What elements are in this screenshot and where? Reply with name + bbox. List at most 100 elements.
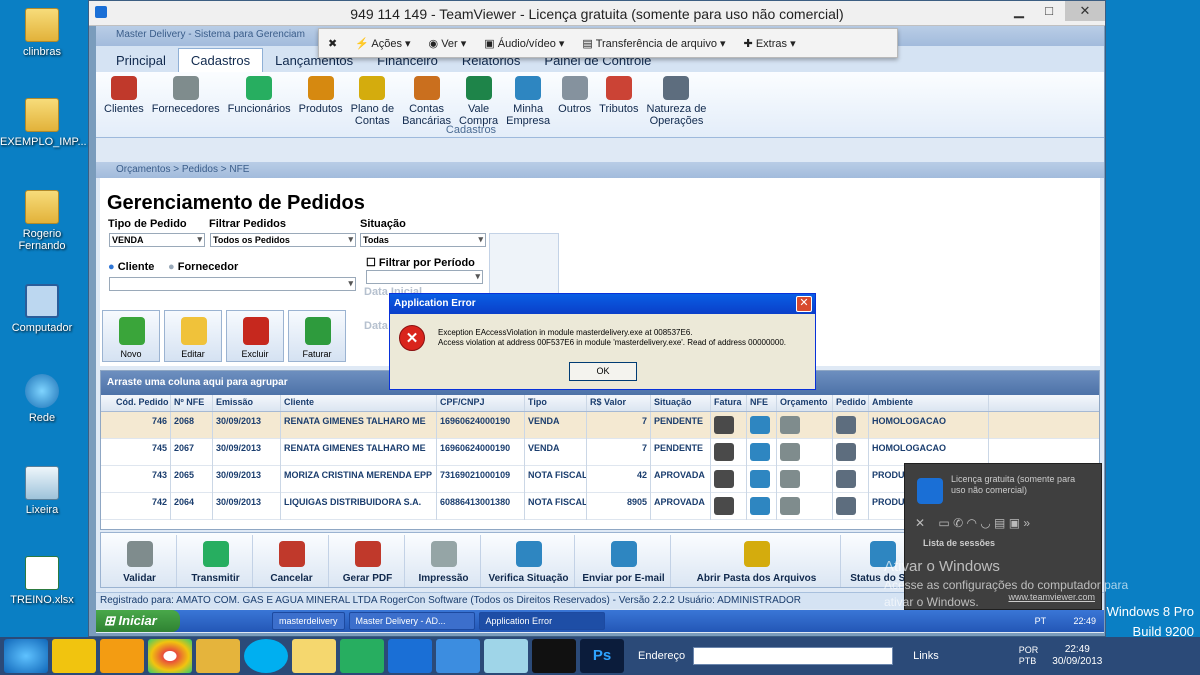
column-header[interactable]: Nº NFE: [171, 395, 213, 411]
language-indicator[interactable]: POR PTB: [1019, 645, 1039, 667]
host-taskbar: Ps Endereço Links POR PTB 22:49 30/09/20…: [0, 637, 1200, 675]
action-icon: [430, 541, 457, 567]
chrome-icon[interactable]: [148, 639, 192, 673]
skype-icon[interactable]: [244, 639, 288, 673]
photoshop-icon[interactable]: Ps: [580, 639, 624, 673]
action-button-4[interactable]: Impressão: [407, 535, 481, 587]
excluir-button[interactable]: Excluir: [226, 310, 284, 362]
cell-action[interactable]: [747, 438, 777, 466]
teamviewer-link[interactable]: www.teamviewer.com: [1008, 592, 1095, 602]
network-app-icon[interactable]: [340, 639, 384, 673]
app-7-icon[interactable]: [52, 639, 96, 673]
action-button-2[interactable]: Cancelar: [255, 535, 329, 587]
cell-cod: 742: [113, 492, 171, 520]
column-header[interactable]: Cliente: [281, 395, 437, 411]
desktop-icon-rogerio[interactable]: Rogerio Fernando: [0, 190, 84, 252]
toolbar-acoes[interactable]: ⚡ Ações ▾: [346, 37, 419, 50]
action-button-6[interactable]: Enviar por E-mail: [577, 535, 671, 587]
tipo-select[interactable]: VENDA: [109, 233, 205, 247]
action-button-3[interactable]: Gerar PDF: [331, 535, 405, 587]
editar-button[interactable]: Editar: [164, 310, 222, 362]
mail-icon[interactable]: [292, 639, 336, 673]
tab-cadastros[interactable]: Cadastros: [177, 48, 264, 72]
explorer-icon[interactable]: [196, 639, 240, 673]
cell-action[interactable]: [833, 438, 869, 466]
novo-button[interactable]: Novo: [102, 310, 160, 362]
column-header[interactable]: Pedido: [833, 395, 869, 411]
table-row[interactable]: 745 2067 30/09/2013 RENATA GIMENES TALHARO …: [101, 438, 1099, 466]
column-header[interactable]: Ambiente: [869, 395, 989, 411]
cell-action[interactable]: [711, 438, 747, 466]
desktop-icon-lixeira[interactable]: Lixeira: [0, 466, 84, 516]
maximize-button[interactable]: □: [1033, 1, 1065, 21]
clock[interactable]: 22:49 30/09/2013: [1052, 644, 1102, 668]
action-button-0[interactable]: Validar: [103, 535, 177, 587]
column-header[interactable]: Tipo: [525, 395, 587, 411]
action-icon: [743, 541, 770, 567]
action-button-7[interactable]: Abrir Pasta dos Arquivos: [673, 535, 841, 587]
table-row[interactable]: 746 2068 30/09/2013 RENATA GIMENES TALHARO …: [101, 411, 1099, 439]
desktop-icon-clinbras[interactable]: clinbras: [0, 8, 84, 58]
column-header[interactable]: NFE: [747, 395, 777, 411]
cell-action[interactable]: [833, 411, 869, 439]
close-session-icon[interactable]: ✖: [319, 37, 346, 50]
teamviewer-toolbar: ✖ ⚡ Ações ▾ ◉ Ver ▾ ▣ Áudio/vídeo ▾ ▤ Tr…: [318, 28, 898, 58]
taskbar-item-application-error[interactable]: Application Error: [478, 612, 605, 630]
cell-action[interactable]: [747, 492, 777, 520]
cell-action[interactable]: [777, 438, 833, 466]
app-icon[interactable]: [484, 639, 528, 673]
toolbar-extras[interactable]: ✚ Extras ▾: [735, 37, 805, 50]
cell-action[interactable]: [711, 465, 747, 493]
toolbar-transferencia[interactable]: ▤ Transferência de arquivo ▾: [573, 37, 734, 50]
taskbar-item-masterdelivery[interactable]: masterdelivery: [272, 612, 345, 630]
app-7b-icon[interactable]: [100, 639, 144, 673]
cell-valor: 7: [587, 411, 651, 439]
periodo-select[interactable]: [366, 270, 483, 284]
desktop-icon-computador[interactable]: Computador: [0, 284, 84, 334]
periodo-checkbox[interactable]: ☐ Filtrar por Período: [366, 256, 475, 269]
close-button[interactable]: ✕: [1065, 1, 1105, 21]
column-header[interactable]: Fatura: [711, 395, 747, 411]
desktop-icon-rede[interactable]: Rede: [0, 374, 84, 424]
fornecedor-radio[interactable]: ● Fornecedor: [168, 261, 238, 273]
cell-action[interactable]: [833, 492, 869, 520]
faturar-button[interactable]: Faturar: [288, 310, 346, 362]
column-header[interactable]: Situação: [651, 395, 711, 411]
column-header[interactable]: CPF/CNPJ: [437, 395, 525, 411]
ok-button[interactable]: OK: [569, 362, 637, 381]
cliente-radio[interactable]: ● Cliente: [108, 261, 154, 273]
minimize-button[interactable]: ▁: [1003, 1, 1035, 21]
column-header[interactable]: Orçamento: [777, 395, 833, 411]
cell-action[interactable]: [777, 411, 833, 439]
cell-action[interactable]: [747, 465, 777, 493]
desktop-icon-treino[interactable]: TREINO.xlsx: [0, 556, 84, 606]
cell-action[interactable]: [833, 465, 869, 493]
tab-principal[interactable]: Principal: [104, 49, 178, 72]
column-header[interactable]: Emissão: [213, 395, 281, 411]
ie-icon[interactable]: [4, 639, 48, 673]
column-header[interactable]: Cód. Pedido: [113, 395, 171, 411]
cell-action[interactable]: [747, 411, 777, 439]
toolbar-ver[interactable]: ◉ Ver ▾: [420, 37, 476, 50]
teamviewer2-icon[interactable]: [436, 639, 480, 673]
links-label[interactable]: Links: [913, 650, 939, 662]
action-button-5[interactable]: Verifica Situação: [483, 535, 575, 587]
situacao-select[interactable]: Todas: [360, 233, 486, 247]
action-button-1[interactable]: Transmitir: [179, 535, 253, 587]
cell-action[interactable]: [777, 465, 833, 493]
star-app-icon[interactable]: [532, 639, 576, 673]
desktop-icon-exemplo[interactable]: EXEMPLO_IMP...: [0, 98, 87, 148]
cell-action[interactable]: [711, 411, 747, 439]
start-button[interactable]: ⊞ Iniciar: [96, 610, 180, 632]
cell-action[interactable]: [711, 492, 747, 520]
pessoa-select[interactable]: [109, 277, 356, 291]
dialog-close-button[interactable]: ✕: [796, 296, 812, 312]
toolbar-audio[interactable]: ▣ Áudio/vídeo ▾: [475, 37, 573, 50]
cell-action[interactable]: [777, 492, 833, 520]
filtrar-select[interactable]: Todos os Pedidos: [210, 233, 356, 247]
teamviewer-icon[interactable]: [388, 639, 432, 673]
page-title: Gerenciamento de Pedidos: [107, 192, 365, 214]
address-input[interactable]: [693, 647, 894, 665]
column-header[interactable]: R$ Valor: [587, 395, 651, 411]
taskbar-item-master-delivery[interactable]: Master Delivery - AD...: [348, 612, 475, 630]
